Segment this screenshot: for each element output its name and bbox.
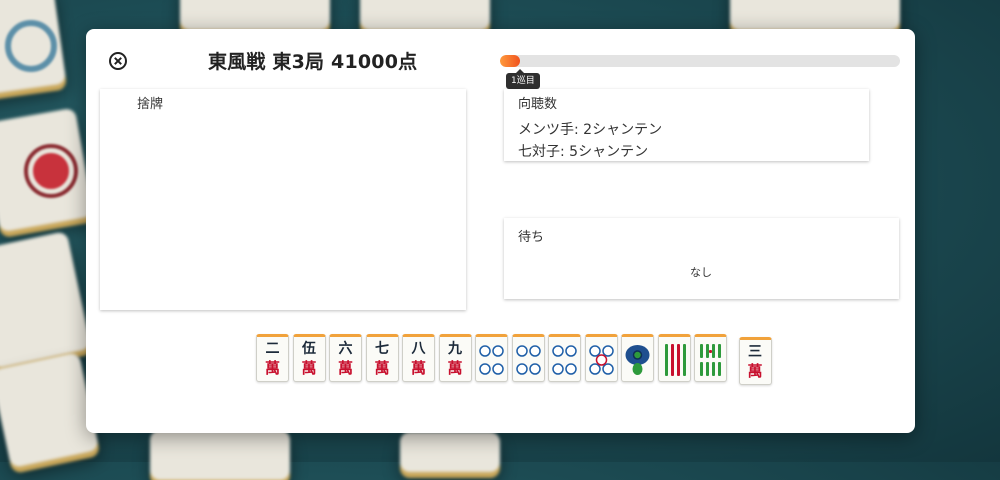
tile-number: 九: [448, 341, 462, 357]
tile-suit-character: 萬: [264, 359, 280, 377]
shanten-title: 向聴数: [518, 97, 558, 112]
turn-progress-bar: [500, 55, 900, 67]
tile-number: 二: [265, 341, 280, 357]
background-tile: [0, 230, 92, 370]
circles-icon: [479, 345, 504, 375]
background-tile: [180, 0, 330, 30]
drawn-tile[interactable]: 三萬: [738, 337, 772, 385]
tile-suit-character: 萬: [374, 359, 390, 377]
shanten-mentsu-line: メンツ手: 2シャンテン: [518, 122, 663, 138]
turn-badge: 1巡目: [506, 69, 540, 89]
close-circle-icon: [109, 52, 127, 70]
hand-tile[interactable]: 九萬: [438, 334, 472, 382]
background-tile-circle: [28, 148, 74, 194]
tile-number: 三: [748, 344, 762, 360]
hand-tile[interactable]: [548, 334, 581, 382]
tile-suit-character: 萬: [447, 359, 463, 377]
shanten-panel: 向聴数 メンツ手: 2シャンテン 七対子: 5シャンテン: [504, 89, 869, 161]
background-tile: [0, 351, 100, 469]
wait-title: 待ち: [518, 230, 545, 245]
hand-tile[interactable]: [621, 334, 654, 382]
bamboo-icon: [664, 344, 686, 376]
shanten-chiitoi-line: 七対子: 5シャンテン: [518, 144, 649, 160]
discard-label: 捨牌: [137, 97, 164, 112]
tile-number: 八: [411, 341, 426, 357]
hand-tile[interactable]: 六萬: [329, 334, 362, 382]
background-tile: [400, 432, 500, 472]
tile-number: 伍: [302, 341, 316, 357]
bamboo-icon: [700, 344, 721, 376]
hand-tile[interactable]: [584, 334, 618, 382]
tile-suit-character: 萬: [747, 362, 763, 380]
circles-icon: [515, 345, 541, 375]
hand-info-modal: 東風戦 東3局 41000点 1巡目 捨牌 向聴数 メンツ手: 2シャンテン 七…: [86, 29, 915, 433]
tile-number: 六: [338, 341, 353, 357]
hand-tile[interactable]: [657, 334, 691, 382]
hand-tile[interactable]: 八萬: [402, 334, 435, 382]
hand-tile[interactable]: 二萬: [256, 334, 289, 382]
tile-suit-character: 萬: [301, 359, 317, 377]
tile-suit-character: 萬: [337, 359, 353, 377]
circles-icon: [552, 345, 577, 375]
turn-progress-fill: [500, 55, 520, 67]
wait-panel: 待ち なし: [504, 218, 899, 299]
hand-tile[interactable]: 伍萬: [292, 334, 326, 382]
background-tile: [150, 430, 290, 480]
background-tile-circle: [5, 20, 57, 72]
background-tile: [360, 0, 490, 30]
close-button[interactable]: [108, 51, 128, 71]
discard-panel: 捨牌: [100, 89, 466, 310]
peacock-icon: [625, 345, 650, 375]
tile-suit-character: 萬: [410, 359, 426, 377]
hand-tile[interactable]: [475, 334, 508, 382]
hand-tile[interactable]: [511, 334, 545, 382]
tile-number: 七: [375, 341, 389, 357]
hand-tile[interactable]: [694, 334, 727, 382]
background-tile: [730, 0, 900, 30]
game-title: 東風戦 東3局 41000点: [208, 51, 418, 73]
wait-value: なし: [690, 266, 712, 279]
circles-icon: [588, 345, 614, 375]
hand-tile[interactable]: 七萬: [365, 334, 399, 382]
